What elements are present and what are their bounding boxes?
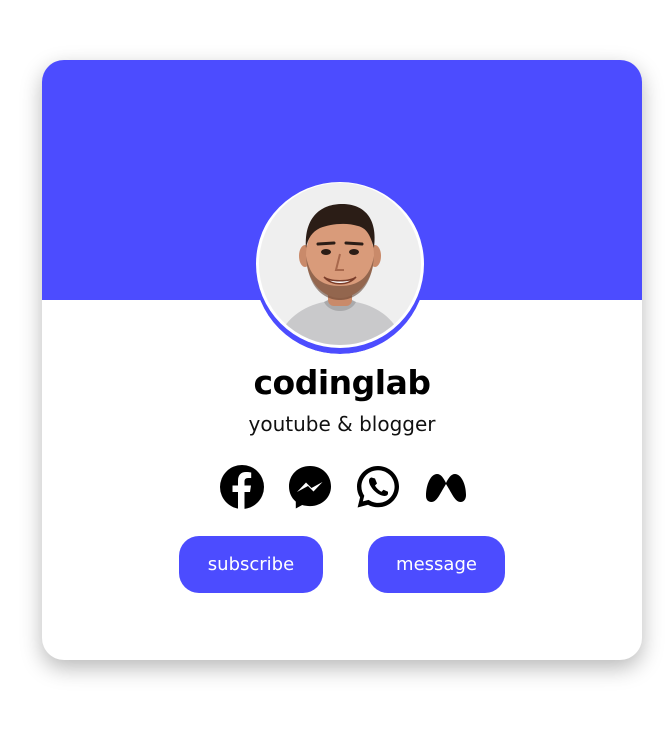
message-button[interactable]: message bbox=[368, 536, 505, 593]
subscribe-button[interactable]: subscribe bbox=[179, 536, 323, 593]
profile-role: youtube & blogger bbox=[248, 412, 436, 436]
profile-name: codinglab bbox=[253, 363, 431, 402]
facebook-icon[interactable] bbox=[218, 463, 266, 511]
whatsapp-icon[interactable] bbox=[354, 463, 402, 511]
profile-avatar bbox=[254, 182, 426, 354]
messenger-icon[interactable] bbox=[286, 463, 334, 511]
social-links bbox=[216, 463, 472, 511]
meta-icon[interactable] bbox=[422, 463, 470, 511]
profile-card: codinglab youtube & blogger subscribe me… bbox=[42, 60, 642, 660]
